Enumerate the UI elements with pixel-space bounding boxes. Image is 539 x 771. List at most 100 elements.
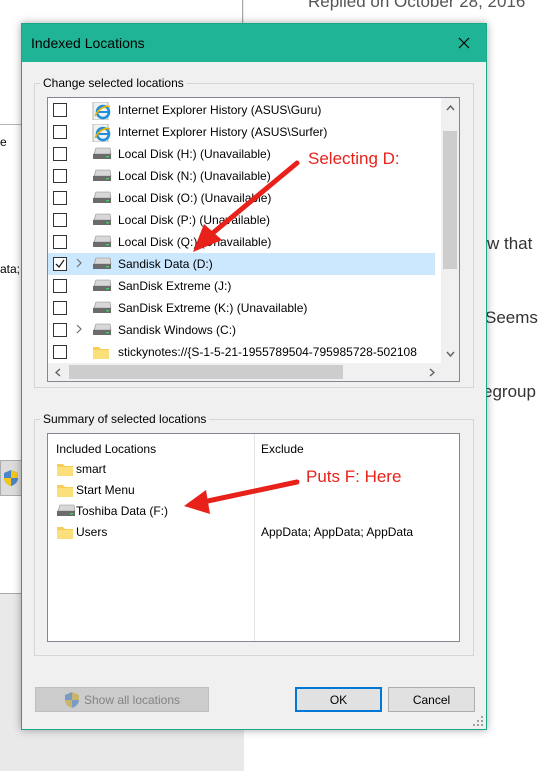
expand-button[interactable]	[75, 257, 85, 269]
included-location-name: smart	[76, 462, 106, 476]
scroll-up-button[interactable]	[442, 100, 458, 116]
cancel-label: Cancel	[412, 692, 451, 707]
item-icon	[92, 344, 112, 360]
checkbox[interactable]	[53, 147, 67, 161]
chevron-right-icon	[76, 258, 82, 268]
summary-item-icon	[56, 482, 76, 498]
checkmark-icon	[55, 259, 65, 269]
drive-icon	[93, 257, 112, 269]
vertical-scrollbar[interactable]	[441, 98, 459, 364]
tree-item-label: Local Disk (H:) (Unavailable)	[118, 147, 271, 161]
drive-icon	[57, 504, 76, 516]
tree-item-label: SanDisk Extreme (K:) (Unavailable)	[118, 301, 308, 315]
checkbox[interactable]	[53, 125, 67, 139]
checkbox[interactable]	[53, 323, 67, 337]
background-text-fragment: w that	[487, 234, 533, 253]
change-locations-label: Change selected locations	[43, 76, 184, 90]
checkbox[interactable]	[53, 213, 67, 227]
expand-button[interactable]	[75, 323, 85, 335]
folder-icon	[57, 485, 73, 497]
item-icon	[92, 168, 112, 184]
tree-item-label: SanDisk Extreme (J:)	[118, 279, 232, 293]
show-all-locations-label: Show all locations	[83, 692, 181, 707]
title-bar[interactable]: Indexed Locations	[22, 24, 486, 62]
item-icon	[92, 212, 112, 228]
item-icon	[92, 300, 112, 316]
checkbox[interactable]	[53, 191, 67, 205]
checkbox[interactable]	[53, 235, 67, 249]
chevron-up-icon	[445, 105, 455, 111]
tree-item-label: Local Disk (Q:) (Unavailable)	[118, 235, 272, 249]
background-text-fragment: egroup	[483, 382, 536, 401]
summary-item-icon	[56, 524, 76, 540]
tree-item-label: Sandisk Data (D:)	[118, 257, 213, 271]
tree-item[interactable]: Sandisk Windows (C:)	[48, 319, 442, 341]
tree-item-label: Internet Explorer History (ASUS\Surfer)	[118, 125, 328, 139]
tree-item[interactable]: Sandisk Data (D:)	[48, 253, 435, 275]
show-all-locations-button[interactable]: Show all locations	[35, 687, 209, 712]
drive-icon	[93, 235, 112, 247]
resize-grip-icon[interactable]	[472, 715, 484, 727]
tree-item-label: Local Disk (O:) (Unavailable)	[118, 191, 272, 205]
checkbox[interactable]	[53, 279, 67, 293]
checkbox[interactable]	[53, 103, 67, 117]
tree-item[interactable]: Internet Explorer History (ASUS\Guru)	[48, 99, 442, 121]
background-reply-date: Replied on October 28, 2016	[308, 0, 526, 11]
checkbox[interactable]	[53, 169, 67, 183]
ok-label: OK	[329, 692, 348, 707]
close-icon	[458, 37, 470, 49]
summary-list[interactable]: Included Locations Exclude smart Start Me…	[47, 433, 460, 642]
cancel-button[interactable]: Cancel	[388, 687, 475, 712]
tree-item[interactable]: Local Disk (P:) (Unavailable)	[48, 209, 442, 231]
ie-icon	[92, 101, 111, 121]
summary-label: Summary of selected locations	[43, 412, 207, 426]
item-icon	[92, 322, 112, 338]
drive-icon	[93, 191, 112, 203]
drive-icon	[93, 301, 112, 313]
chevron-left-icon	[55, 367, 61, 377]
shield-icon	[4, 470, 18, 486]
included-location-name: Toshiba Data (F:)	[76, 504, 169, 518]
item-icon	[92, 123, 112, 143]
summary-item-icon	[56, 503, 76, 519]
drive-icon	[93, 147, 112, 159]
locations-tree[interactable]: Internet Explorer History (ASUS\Guru) Int…	[47, 97, 460, 382]
checkbox[interactable]	[53, 345, 67, 359]
horizontal-scrollbar[interactable]	[48, 363, 443, 381]
annotation-puts-f-here: Puts F: Here	[306, 467, 402, 486]
exclude-value: AppData; AppData; AppData	[261, 525, 414, 539]
tree-item[interactable]: Local Disk (O:) (Unavailable)	[48, 187, 442, 209]
scroll-left-button[interactable]	[50, 364, 66, 380]
horizontal-scroll-thumb[interactable]	[69, 365, 343, 379]
folder-icon	[93, 347, 109, 359]
item-icon	[92, 278, 112, 294]
checkbox[interactable]	[53, 257, 67, 271]
tree-item[interactable]: SanDisk Extreme (K:) (Unavailable)	[48, 297, 442, 319]
close-button[interactable]	[442, 24, 486, 62]
exclude-column-header[interactable]: Exclude	[261, 442, 304, 456]
summary-row[interactable]: Toshiba Data (F:)	[48, 501, 453, 522]
tree-item-label: Sandisk Windows (C:)	[118, 323, 237, 337]
item-icon	[92, 101, 112, 121]
tree-item-label: stickynotes://{S-1-5-21-1955789504-79598…	[118, 345, 417, 359]
vertical-scroll-thumb[interactable]	[443, 131, 457, 269]
item-icon	[92, 256, 112, 272]
tree-item[interactable]: stickynotes://{S-1-5-21-1955789504-79598…	[48, 341, 442, 363]
item-icon	[92, 234, 112, 250]
tree-item[interactable]: Internet Explorer History (ASUS\Surfer)	[48, 121, 442, 143]
checkbox[interactable]	[53, 301, 67, 315]
ok-button[interactable]: OK	[295, 687, 382, 712]
ie-icon	[92, 123, 111, 143]
included-location-name: Users	[76, 525, 108, 539]
included-column-header[interactable]: Included Locations	[56, 442, 156, 456]
summary-row[interactable]: Users AppData; AppData; AppData	[48, 522, 453, 543]
background-shield-button[interactable]	[0, 460, 22, 496]
item-icon	[92, 146, 112, 162]
tree-item[interactable]: Local Disk (Q:) (Unavailable)	[48, 231, 442, 253]
background-text-fragment: e	[0, 135, 7, 149]
scroll-corner	[441, 363, 459, 381]
scroll-down-button[interactable]	[442, 346, 458, 362]
scroll-right-button[interactable]	[424, 364, 440, 380]
tree-item[interactable]: SanDisk Extreme (J:)	[48, 275, 442, 297]
chevron-down-icon	[445, 351, 455, 357]
